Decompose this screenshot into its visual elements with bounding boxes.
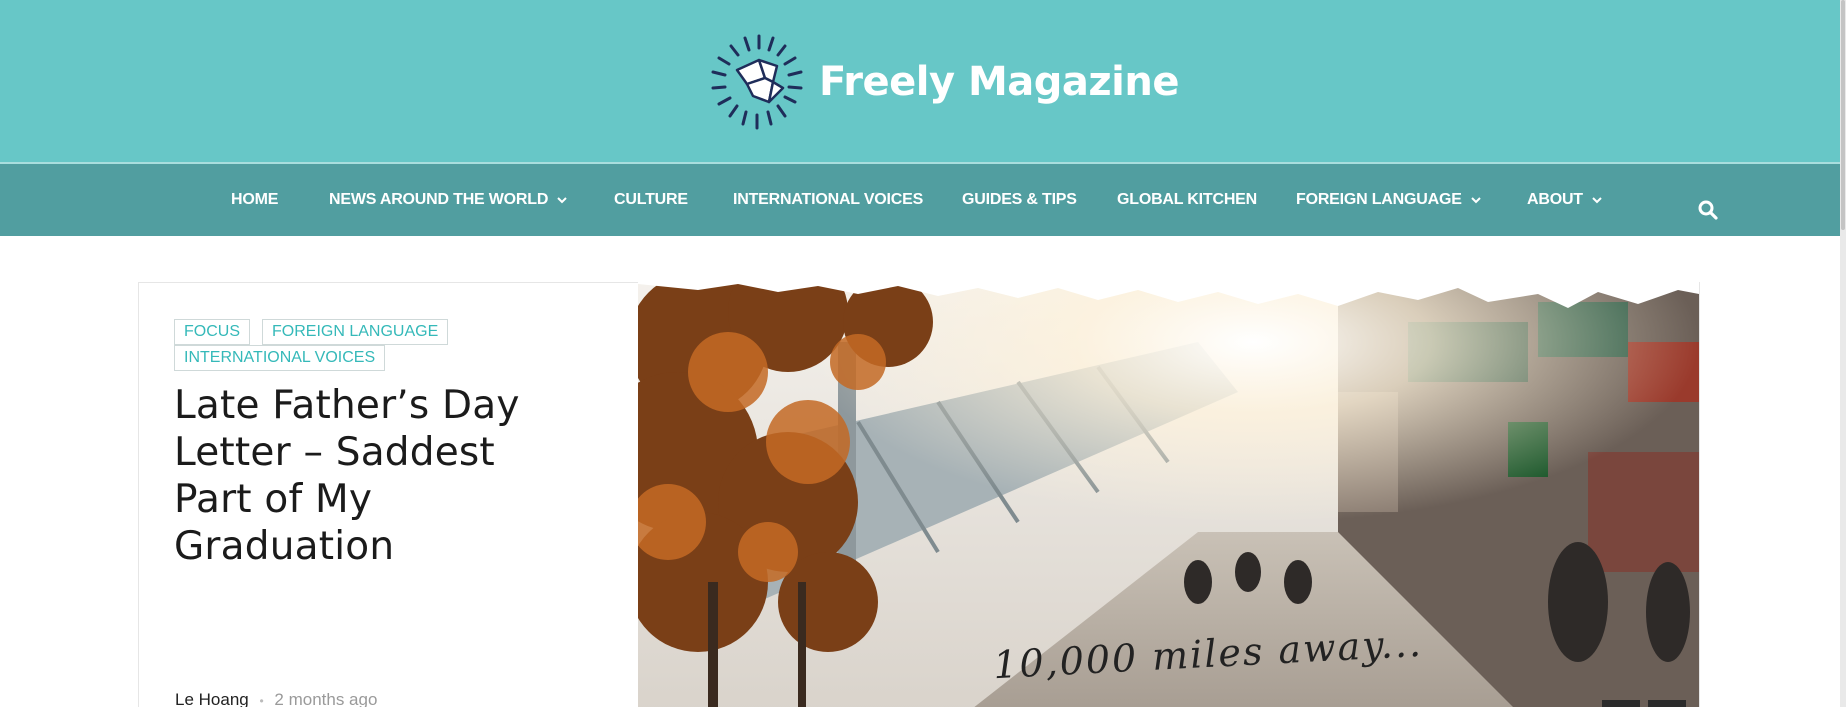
chevron-down-icon xyxy=(1592,197,1602,204)
post-author[interactable]: Le Hoang xyxy=(175,690,249,707)
site-header: Freely Magazine xyxy=(0,0,1846,162)
main-navigation: HOME NEWS AROUND THE WORLD CULTURE INTER… xyxy=(0,164,1846,236)
nav-item-foreign-language[interactable]: FOREIGN LANGUAGE xyxy=(1296,164,1482,236)
tag-focus[interactable]: FOCUS xyxy=(174,319,250,345)
chevron-down-icon xyxy=(557,197,567,204)
nav-item-global-kitchen[interactable]: GLOBAL KITCHEN xyxy=(1117,164,1257,236)
slider-prev-button[interactable] xyxy=(1602,700,1640,707)
starburst-bird-logo-icon xyxy=(711,34,803,130)
nav-item-label: FOREIGN LANGUAGE xyxy=(1296,191,1462,208)
post-title[interactable]: Late Father’s Day Letter – Saddest Part … xyxy=(174,382,574,570)
nav-item-news-around-the-world[interactable]: NEWS AROUND THE WORLD xyxy=(329,164,568,236)
search-icon[interactable] xyxy=(1696,198,1720,222)
nav-item-culture[interactable]: CULTURE xyxy=(614,164,688,236)
site-title: Freely Magazine xyxy=(819,59,1179,105)
nav-item-label: INTERNATIONAL VOICES xyxy=(733,191,924,208)
tag-foreign-language[interactable]: FOREIGN LANGUAGE xyxy=(262,319,449,345)
chevron-down-icon xyxy=(1470,197,1481,204)
site-logo-link[interactable]: Freely Magazine xyxy=(707,28,1179,136)
nav-item-label: GLOBAL KITCHEN xyxy=(1117,191,1258,208)
nav-item-guides-tips[interactable]: GUIDES & TIPS xyxy=(962,164,1077,236)
nav-item-home[interactable]: HOME xyxy=(231,164,278,236)
post-time: 2 months ago xyxy=(274,690,378,707)
nav-item-international-voices[interactable]: INTERNATIONAL VOICES xyxy=(733,164,923,236)
slider-next-button[interactable] xyxy=(1648,700,1686,707)
nav-item-label: CULTURE xyxy=(614,191,688,208)
nav-item-label: GUIDES & TIPS xyxy=(962,191,1077,208)
nav-item-about[interactable]: ABOUT xyxy=(1527,164,1603,236)
nav-item-label: HOME xyxy=(231,191,279,208)
meta-separator: • xyxy=(259,694,264,707)
nav-item-label: ABOUT xyxy=(1527,191,1583,208)
scrollbar-thumb[interactable] xyxy=(1841,0,1845,230)
tag-international-voices[interactable]: INTERNATIONAL VOICES xyxy=(174,345,386,371)
nav-menu: HOME NEWS AROUND THE WORLD CULTURE INTER… xyxy=(0,164,1846,236)
post-meta: Le Hoang • 2 months ago xyxy=(175,690,377,707)
nav-item-label: NEWS AROUND THE WORLD xyxy=(329,191,549,208)
featured-image[interactable]: 10,000 miles away... xyxy=(638,282,1699,707)
